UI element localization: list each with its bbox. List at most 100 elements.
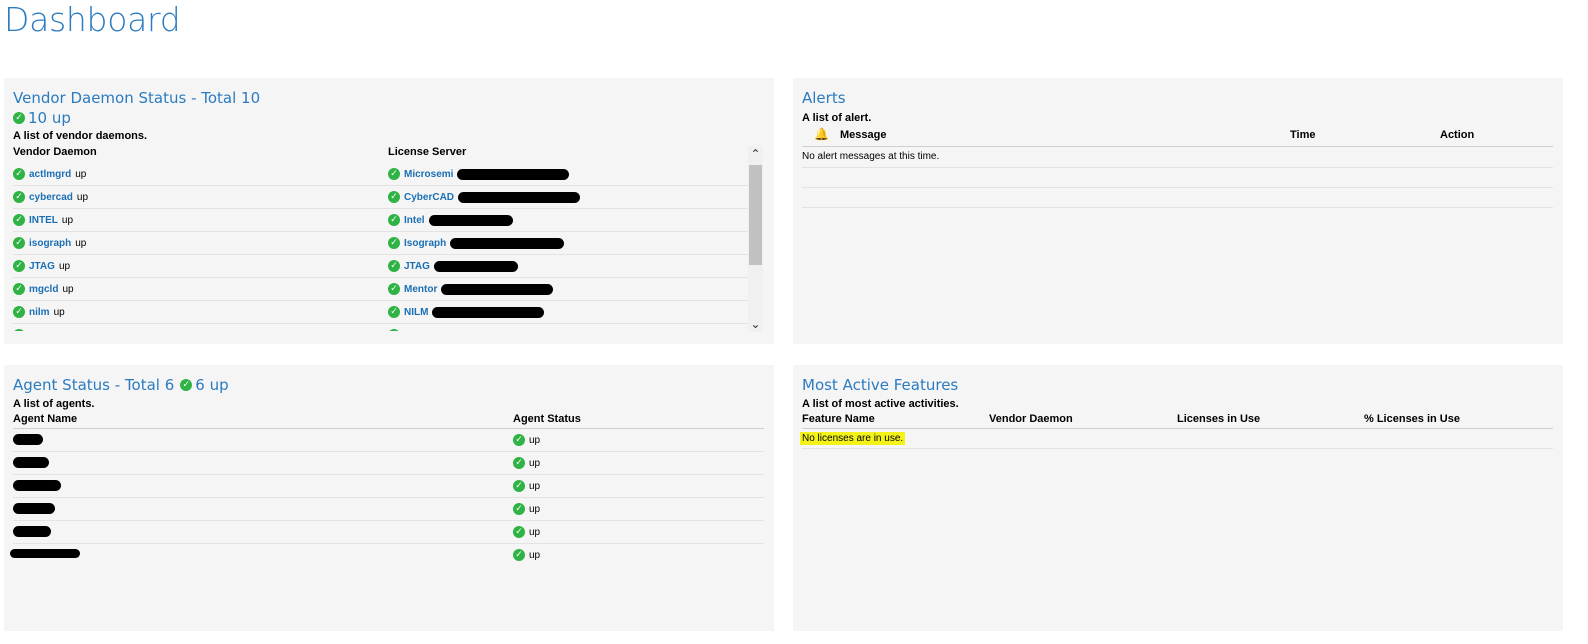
daemon-link[interactable]: JTAG: [29, 261, 55, 272]
server-link[interactable]: Mentor: [404, 284, 437, 295]
scroll-thumb[interactable]: [749, 165, 762, 265]
redacted-agent-name[interactable]: [13, 480, 61, 491]
daemon-status: up: [76, 191, 89, 203]
page-title: Dashboard: [4, 0, 181, 39]
check-circle-icon: ✓: [388, 237, 400, 249]
col-feature-name: Feature Name: [802, 413, 875, 425]
check-circle-icon: ✓: [13, 237, 25, 249]
agent-status: up: [529, 480, 541, 492]
daemon-cell: ✓ isograph up: [13, 237, 86, 249]
check-circle-icon: ✓: [13, 168, 25, 180]
redacted-server-address: [457, 168, 570, 180]
alert-row: No alert messages at this time.: [802, 148, 1553, 168]
vendor-up-summary: ✓ 10 up: [13, 109, 71, 127]
col-vendor-daemon: Vendor Daemon: [989, 413, 1073, 425]
daemon-cell: ✓ JTAG up: [13, 260, 70, 272]
chevron-up-icon[interactable]: ⌃: [748, 146, 763, 162]
server-link[interactable]: NILM: [404, 307, 428, 318]
col-agent-status: Agent Status: [513, 413, 581, 425]
check-circle-icon: ✓: [513, 457, 525, 469]
alerts-panel-title[interactable]: Alerts: [802, 89, 846, 107]
check-circle-icon: ✓: [180, 379, 193, 391]
col-message: Message: [840, 129, 887, 141]
vendor-row-partial: ✓ ✓: [13, 324, 748, 331]
vendor-row: ✓ nilm up ✓ NILM: [13, 301, 748, 324]
redacted-agent-name[interactable]: [13, 457, 49, 468]
agent-panel-title[interactable]: Agent Status - Total 6: [13, 376, 174, 394]
alerts-description: A list of alert.: [802, 112, 872, 124]
server-cell: ✓ Microsemi: [388, 168, 570, 180]
check-circle-icon: ✓: [388, 306, 400, 318]
agent-status: up: [529, 457, 541, 469]
alert-row: [802, 188, 1553, 208]
server-cell: ✓ JTAG: [388, 260, 518, 272]
check-circle-icon: ✓: [13, 306, 25, 318]
chevron-down-icon[interactable]: ⌄: [748, 316, 763, 332]
vendor-daemon-list[interactable]: ✓ actlmgrd up ✓ Microsemi ✓ cybercad up …: [4, 163, 748, 331]
check-circle-icon: ✓: [13, 260, 25, 272]
check-circle-icon: ✓: [388, 283, 400, 295]
vendor-panel-title[interactable]: Vendor Daemon Status - Total 10: [13, 89, 260, 107]
daemon-link[interactable]: INTEL: [29, 215, 58, 226]
agent-status: up: [529, 549, 541, 561]
agent-status-panel: Agent Status - Total 6 ✓ 6 up A list of …: [4, 365, 774, 631]
daemon-status: up: [62, 283, 74, 295]
agent-row: ✓ up: [13, 498, 764, 521]
daemon-link[interactable]: actlmgrd: [29, 169, 71, 180]
features-panel-title[interactable]: Most Active Features: [802, 376, 958, 394]
redacted-server-address: [432, 306, 545, 318]
server-link[interactable]: Intel: [404, 215, 425, 226]
col-licenses-in-use: Licenses in Use: [1177, 413, 1261, 425]
server-cell: ✓: [388, 329, 400, 331]
server-cell: ✓ CyberCAD: [388, 191, 581, 203]
redacted-server-address: [433, 260, 518, 272]
vendor-row: ✓ cybercad up ✓ CyberCAD: [13, 186, 748, 209]
server-cell: ✓ Mentor: [388, 283, 554, 295]
agent-up-summary: ✓ 6 up: [180, 376, 229, 394]
daemon-status: up: [58, 260, 71, 272]
check-circle-icon: ✓: [388, 191, 400, 203]
vendor-row: ✓ mgcld up ✓ Mentor: [13, 278, 748, 301]
check-circle-icon: ✓: [388, 214, 400, 226]
daemon-link[interactable]: isograph: [29, 238, 71, 249]
check-circle-icon: ✓: [388, 329, 400, 331]
daemon-link[interactable]: cybercad: [29, 192, 73, 203]
alerts-panel: Alerts A list of alert. 🔔 Message Time A…: [793, 78, 1563, 344]
server-link[interactable]: Microsemi: [404, 169, 453, 180]
features-description: A list of most active activities.: [802, 398, 959, 410]
check-circle-icon: ✓: [13, 329, 25, 331]
server-link[interactable]: CyberCAD: [404, 192, 454, 203]
features-empty-text: No licenses are in use.: [800, 432, 906, 445]
server-link[interactable]: Isograph: [404, 238, 446, 249]
server-cell: ✓ NILM: [388, 306, 545, 318]
daemon-cell: ✓ actlmgrd up: [13, 168, 86, 180]
agent-description: A list of agents.: [13, 398, 95, 410]
redacted-agent-name[interactable]: [13, 503, 55, 514]
daemon-link[interactable]: nilm: [29, 307, 50, 318]
most-active-features-panel: Most Active Features A list of most acti…: [793, 365, 1563, 631]
vendor-row: ✓ INTEL up ✓ Intel: [13, 209, 748, 232]
server-link[interactable]: JTAG: [404, 261, 430, 272]
redacted-agent-name[interactable]: [13, 526, 51, 537]
redacted-server-address: [428, 214, 513, 226]
redacted-agent-name[interactable]: [13, 434, 43, 445]
vendor-scrollbar[interactable]: ⌃ ⌄: [748, 146, 763, 332]
check-circle-icon: ✓: [388, 168, 400, 180]
agent-up-count: 6 up: [195, 376, 229, 394]
daemon-status: up: [75, 168, 87, 180]
agent-status: up: [529, 526, 541, 538]
vendor-row: ✓ isograph up ✓ Isograph: [13, 232, 748, 255]
alert-row: [802, 168, 1553, 188]
agent-title-line: Agent Status - Total 6 ✓ 6 up: [13, 376, 229, 394]
col-action: Action: [1440, 129, 1475, 141]
agent-row: ✓ up: [13, 429, 764, 452]
col-agent-name: Agent Name: [13, 413, 78, 425]
check-circle-icon: ✓: [513, 480, 525, 492]
vendor-daemon-panel: Vendor Daemon Status - Total 10 ✓ 10 up …: [4, 78, 774, 344]
daemon-cell: ✓ cybercad up: [13, 191, 88, 203]
check-circle-icon: ✓: [513, 503, 525, 515]
daemon-link[interactable]: mgcld: [29, 284, 58, 295]
alerts-header-divider: [802, 146, 1553, 147]
redacted-agent-name[interactable]: [10, 549, 80, 558]
feature-row: No licenses are in use.: [800, 429, 1553, 449]
